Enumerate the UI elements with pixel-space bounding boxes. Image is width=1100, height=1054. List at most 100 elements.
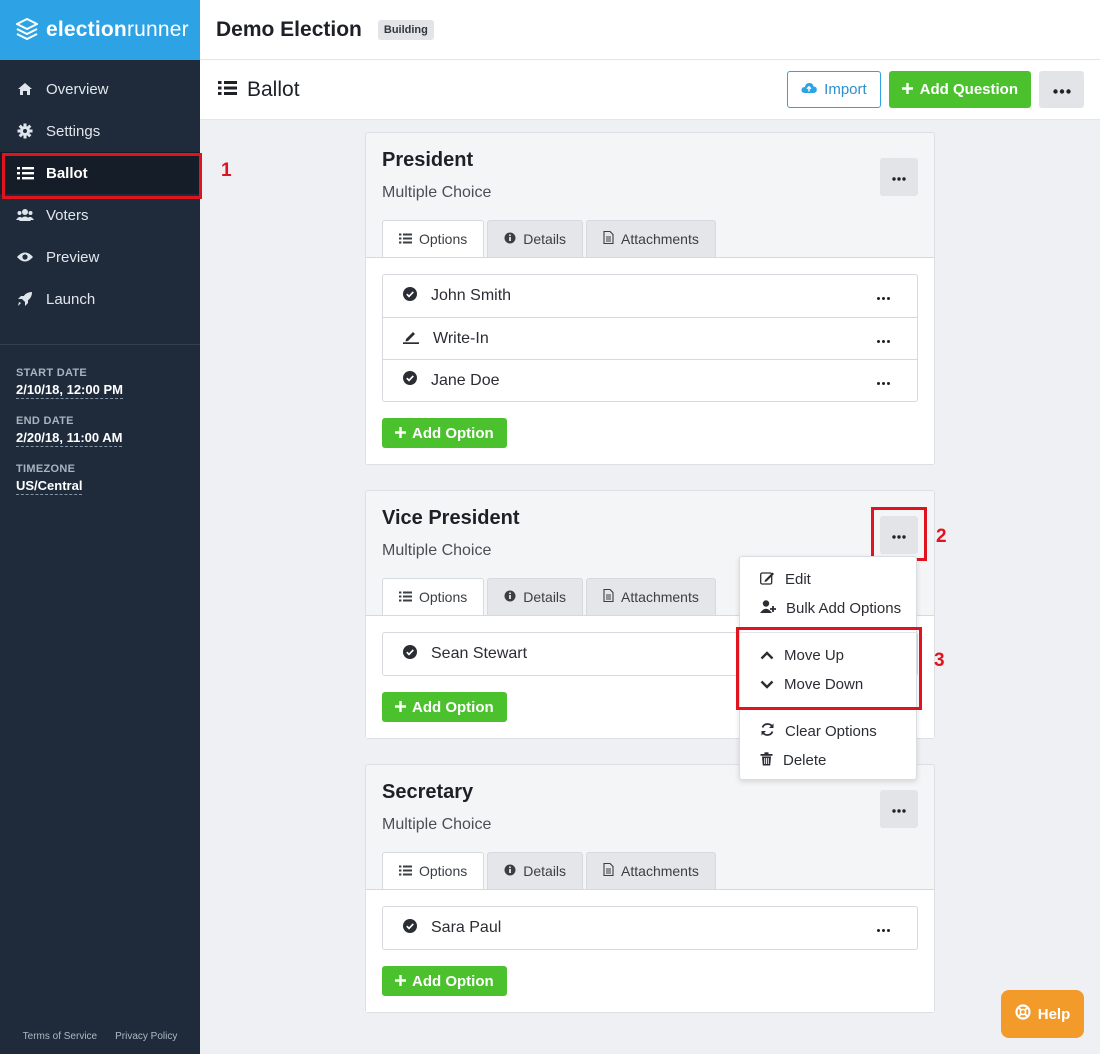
menu-item-label: Move Down: [784, 676, 864, 693]
list-item: Jane Doe: [383, 359, 917, 401]
add-option-label: Add Option: [412, 424, 494, 442]
menu-item-move-down[interactable]: Move Down: [740, 670, 916, 699]
help-button[interactable]: Help: [1001, 990, 1084, 1038]
tab-label: Attachments: [621, 231, 699, 247]
tab-details[interactable]: Details: [487, 852, 584, 889]
tab-options[interactable]: Options: [382, 852, 485, 889]
list-item: Write-In: [383, 317, 917, 359]
tab-attachments[interactable]: Attachments: [586, 220, 716, 257]
menu-item-label: Edit: [785, 571, 811, 588]
sidebar-item-voters[interactable]: Voters: [0, 194, 200, 236]
option-label: Write-In: [433, 329, 489, 347]
plus-icon: [901, 81, 913, 98]
end-date-value[interactable]: 2/20/18, 11:00 AM: [16, 430, 123, 447]
tab-attachments[interactable]: Attachments: [586, 578, 716, 615]
chevron-up-icon: [760, 647, 774, 664]
timezone-value[interactable]: US/Central: [16, 478, 83, 495]
cloud-upload-icon: [801, 81, 817, 98]
menu-item-delete[interactable]: Delete: [740, 746, 916, 775]
add-option-button[interactable]: Add Option: [382, 692, 507, 722]
help-label: Help: [1037, 1005, 1071, 1023]
tab-label: Details: [523, 863, 567, 879]
import-label: Import: [824, 81, 867, 98]
menu-item-bulk-add[interactable]: Bulk Add Options: [740, 594, 916, 623]
sidebar-item-label: Preview: [46, 248, 100, 266]
plus-icon: [395, 699, 406, 716]
list-item: John Smith: [383, 275, 917, 317]
page-title: Ballot: [218, 78, 300, 102]
tab-label: Attachments: [621, 863, 699, 879]
sidebar-item-label: Settings: [46, 122, 101, 140]
tab-details[interactable]: Details: [487, 578, 584, 615]
sidebar-item-settings[interactable]: Settings: [0, 110, 200, 152]
pen-icon: [403, 329, 419, 349]
terms-link[interactable]: Terms of Service: [23, 1031, 97, 1042]
add-option-label: Add Option: [412, 698, 494, 716]
refresh-icon: [760, 722, 775, 741]
trash-icon: [760, 751, 773, 770]
menu-item-label: Clear Options: [785, 723, 877, 740]
tab-options[interactable]: Options: [382, 578, 485, 615]
sidebar-item-ballot[interactable]: Ballot: [0, 152, 202, 199]
gear-icon: [16, 122, 34, 140]
start-date-value[interactable]: 2/10/18, 12:00 PM: [16, 382, 123, 399]
election-schedule: START DATE 2/10/18, 12:00 PM END DATE 2/…: [0, 345, 200, 511]
menu-divider: [740, 708, 916, 709]
add-option-button[interactable]: Add Option: [382, 966, 507, 996]
option-menu-button[interactable]: [873, 330, 893, 348]
tab-details[interactable]: Details: [487, 220, 584, 257]
top-bar: Demo Election Building: [200, 0, 1100, 60]
menu-item-label: Bulk Add Options: [786, 600, 902, 617]
info-icon: [504, 589, 516, 605]
import-button[interactable]: Import: [787, 71, 881, 108]
option-menu-button[interactable]: [873, 919, 893, 937]
question-menu-button[interactable]: [880, 158, 918, 196]
menu-item-label: Delete: [783, 752, 827, 769]
timezone-label: TIMEZONE: [16, 463, 76, 475]
ellipsis-icon: [876, 919, 890, 937]
ellipsis-icon: [876, 330, 890, 348]
question-card-secretary: Secretary Multiple Choice Options Detail…: [365, 764, 935, 1013]
sidebar-item-preview[interactable]: Preview: [0, 236, 200, 278]
tab-attachments[interactable]: Attachments: [586, 852, 716, 889]
brand-logo[interactable]: electionrunner: [0, 0, 200, 60]
privacy-link[interactable]: Privacy Policy: [115, 1031, 177, 1042]
question-card-president: President Multiple Choice Options Detail…: [365, 132, 935, 465]
election-title: Demo Election: [216, 17, 362, 41]
sidebar-item-launch[interactable]: Launch: [0, 278, 200, 320]
page-title-text: Ballot: [247, 77, 300, 101]
add-option-button[interactable]: Add Option: [382, 418, 507, 448]
question-type: Multiple Choice: [382, 184, 492, 201]
menu-item-move-up[interactable]: Move Up: [740, 641, 916, 670]
options-panel: John Smith Write-In Jane Doe Add Option: [366, 257, 934, 464]
menu-item-clear-options[interactable]: Clear Options: [740, 717, 916, 746]
option-menu-button[interactable]: [873, 287, 893, 305]
question-type: Multiple Choice: [382, 816, 492, 833]
question-menu-button[interactable]: [871, 507, 927, 561]
tab-options[interactable]: Options: [382, 220, 485, 257]
ballot-content: President Multiple Choice Options Detail…: [200, 120, 1100, 1054]
question-title: Vice President: [382, 507, 520, 529]
menu-item-edit[interactable]: Edit: [740, 565, 916, 594]
check-circle-icon: [403, 644, 417, 664]
question-tabs: Options Details Attachments: [382, 220, 918, 257]
add-question-button[interactable]: Add Question: [888, 71, 1031, 108]
option-menu-button[interactable]: [873, 372, 893, 390]
question-title: Secretary: [382, 781, 474, 803]
plus-icon: [395, 973, 406, 990]
options-panel: Sara Paul Add Option: [366, 889, 934, 1012]
add-question-label: Add Question: [919, 81, 1018, 98]
sidebar-item-label: Ballot: [46, 164, 88, 182]
menu-item-label: Move Up: [784, 647, 845, 664]
ellipsis-icon: [892, 168, 906, 186]
check-circle-icon: [403, 371, 417, 390]
sidebar-item-overview[interactable]: Overview: [0, 68, 200, 110]
sidebar-item-label: Voters: [46, 206, 89, 224]
question-actions-menu: Edit Bulk Add Options Move Up Move Down …: [739, 556, 917, 780]
sidebar-item-label: Overview: [46, 80, 109, 98]
start-date-label: START DATE: [16, 367, 88, 379]
question-menu-button[interactable]: [880, 790, 918, 828]
ellipsis-icon: [892, 526, 906, 544]
more-actions-button[interactable]: [1039, 71, 1084, 108]
tab-label: Details: [523, 589, 567, 605]
